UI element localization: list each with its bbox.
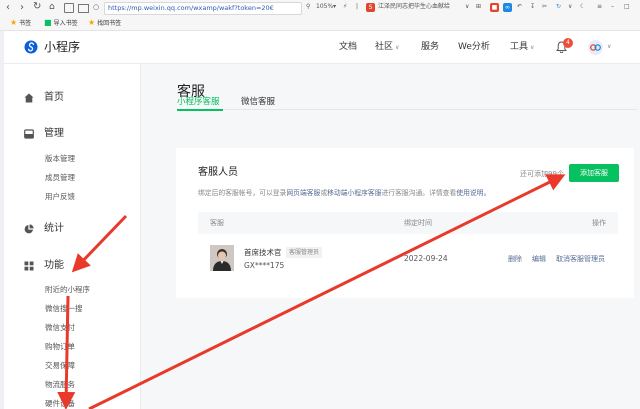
grid-icon xyxy=(24,261,34,271)
sidebar-subitem-members[interactable]: 成员管理 xyxy=(45,172,75,183)
app-icon-blue[interactable]: ∞ xyxy=(503,3,512,12)
sidebar-subitem-hardware[interactable]: 硬件设备 xyxy=(45,398,75,409)
sidebar-item-home[interactable]: 首页 xyxy=(44,91,64,105)
agent-account: GX****175 xyxy=(244,261,285,270)
agent-name: 首席技术官 xyxy=(244,248,282,257)
undo-icon[interactable]: ↶ xyxy=(517,1,522,13)
help-link[interactable]: 使用说明。 xyxy=(456,189,490,197)
sidebar-subitem-orders[interactable]: 购物订单 xyxy=(45,341,75,352)
add-kf-button[interactable]: 添加客服 xyxy=(569,164,619,182)
app-icon-red[interactable]: ■ xyxy=(490,3,499,12)
bookmark-item[interactable]: ■ 导入书签 xyxy=(44,16,78,31)
menu-icon[interactable]: ≡ xyxy=(597,1,602,13)
home-icon[interactable]: ⌂ xyxy=(49,1,55,13)
tab-divider xyxy=(177,109,637,110)
th-actions: 操作 xyxy=(592,219,606,227)
active-tab-indicator xyxy=(177,109,223,111)
chevron-down-icon[interactable]: ∨ xyxy=(465,1,469,13)
back-icon[interactable]: ‹ xyxy=(6,2,10,14)
revoke-admin-link[interactable]: 取消客服管理员 xyxy=(556,254,605,265)
forward-icon[interactable]: › xyxy=(20,2,24,14)
sidebar-subitem-version[interactable]: 版本管理 xyxy=(45,153,75,164)
sync-icon[interactable]: ↻ xyxy=(556,1,561,13)
mobile-kf-link[interactable]: 移动端小程序客服 xyxy=(327,189,381,197)
delete-link[interactable]: 删除 xyxy=(508,254,522,265)
reload-icon[interactable]: ↻ xyxy=(33,1,41,13)
star-icon: ★ xyxy=(88,18,96,27)
sidebar-subitem-pay[interactable]: 微信支付 xyxy=(45,322,75,333)
home-icon xyxy=(24,93,34,103)
sidebar-item-manage[interactable]: 管理 xyxy=(44,127,64,141)
zoom-icon[interactable]: ⚲ xyxy=(306,1,310,13)
pie-chart-icon xyxy=(24,224,34,234)
moon-icon[interactable]: ☾ xyxy=(580,1,585,13)
description-text: 绑定后的客服帐号，可以登录网页端客服或移动端小程序客服进行客服沟通。详情查看使用… xyxy=(198,189,491,197)
url-text: https://mp.weixin.qq.com/wxamp/wakf?toke… xyxy=(108,4,274,12)
chevron-down-icon[interactable]: ∨ xyxy=(607,31,611,63)
nav-community[interactable]: 社区 ∨ xyxy=(375,31,399,64)
sidebar-subitem-nearby[interactable]: 附近的小程序 xyxy=(45,284,90,295)
th-bind-time: 绑定时间 xyxy=(404,219,432,227)
lightning-icon[interactable]: ⚡ xyxy=(343,1,347,13)
nav-docs[interactable]: 文档 xyxy=(339,31,357,63)
app-title[interactable]: 小程序 xyxy=(44,31,80,63)
app-header: 小程序 文档 社区 ∨ 服务 We分析 工具 ∨ 4 ∨ xyxy=(4,31,640,64)
book-icon[interactable] xyxy=(78,4,89,13)
cut-icon[interactable]: ✂ xyxy=(542,1,547,13)
tab-miniprogram-kf[interactable]: 小程序客服 xyxy=(177,95,220,109)
nav-tools[interactable]: 工具 ∨ xyxy=(510,31,534,64)
bind-time: 2022-09-24 xyxy=(404,254,448,263)
zoom-dropdown-icon[interactable]: ▾ xyxy=(333,1,336,13)
sidebar-item-stats[interactable]: 统计 xyxy=(44,222,64,236)
nav-services[interactable]: 服务 xyxy=(421,31,439,63)
edit-link[interactable]: 编辑 xyxy=(532,254,546,265)
bookmarks-bar: ★ 书签 ■ 导入书签 ★ 找回书签 xyxy=(0,16,640,31)
sidebar-subitem-guarantee[interactable]: 交易保障 xyxy=(45,360,75,371)
import-icon: ■ xyxy=(44,18,52,27)
sidebar-item-features[interactable]: 功能 xyxy=(44,259,64,273)
puzzle-icon[interactable]: ⊞ xyxy=(476,1,481,13)
shield-icon[interactable]: ○ xyxy=(93,3,99,11)
reader-icon[interactable] xyxy=(64,3,74,13)
avatar xyxy=(210,245,234,271)
role-badge: 客服管理员 xyxy=(286,247,323,258)
maximize-icon[interactable]: □ xyxy=(624,1,630,13)
minimize-icon[interactable]: – xyxy=(611,1,614,13)
avatar[interactable] xyxy=(588,40,603,55)
download-icon[interactable]: ↧ xyxy=(530,1,535,13)
miniprogram-logo-icon[interactable] xyxy=(24,40,38,54)
quota-text: 还可添加99个 xyxy=(520,170,564,178)
kf-card: 客服人员 还可添加99个 添加客服 绑定后的客服帐号，可以登录网页端客服或移动端… xyxy=(176,148,634,298)
browser-toolbar: ‹ › ↻ ⌂ ○ https://mp.weixin.qq.com/wxamp… xyxy=(0,0,640,17)
news-icon[interactable]: S xyxy=(366,3,375,12)
chevron-down-icon: ∨ xyxy=(395,44,400,51)
divider-icon: | xyxy=(356,3,359,10)
sidebar-subitem-feedback[interactable]: 用户反馈 xyxy=(45,191,75,202)
sidebar-subitem-logistics[interactable]: 物流服务 xyxy=(45,379,75,390)
section-title: 客服人员 xyxy=(198,167,238,178)
nav-analytics[interactable]: We分析 xyxy=(458,31,490,63)
bookmark-item[interactable]: ★ 书签 xyxy=(10,16,31,31)
chevron-down-icon: ∨ xyxy=(530,44,535,51)
sidebar: 首页 管理 版本管理 成员管理 用户反馈 统计 功能 附近的小程序 微信搜一搜 … xyxy=(4,64,141,409)
notification-badge: 4 xyxy=(563,38,573,48)
bookmark-item[interactable]: ★ 找回书签 xyxy=(88,16,121,31)
news-ticker[interactable]: 江泽民同志把毕生心血献给 xyxy=(378,1,450,13)
tab-wechat-kf[interactable]: 微信客服 xyxy=(241,95,275,109)
chevron-down-icon[interactable]: ∨ xyxy=(568,1,572,13)
sidebar-subitem-search[interactable]: 微信搜一搜 xyxy=(45,303,83,314)
inbox-icon xyxy=(24,129,34,139)
web-kf-link[interactable]: 网页端客服 xyxy=(286,189,320,197)
address-bar[interactable]: https://mp.weixin.qq.com/wxamp/wakf?toke… xyxy=(104,2,302,15)
zoom-level[interactable]: 105% xyxy=(316,1,333,13)
th-agent: 客服 xyxy=(210,219,224,227)
star-icon: ★ xyxy=(10,18,18,27)
